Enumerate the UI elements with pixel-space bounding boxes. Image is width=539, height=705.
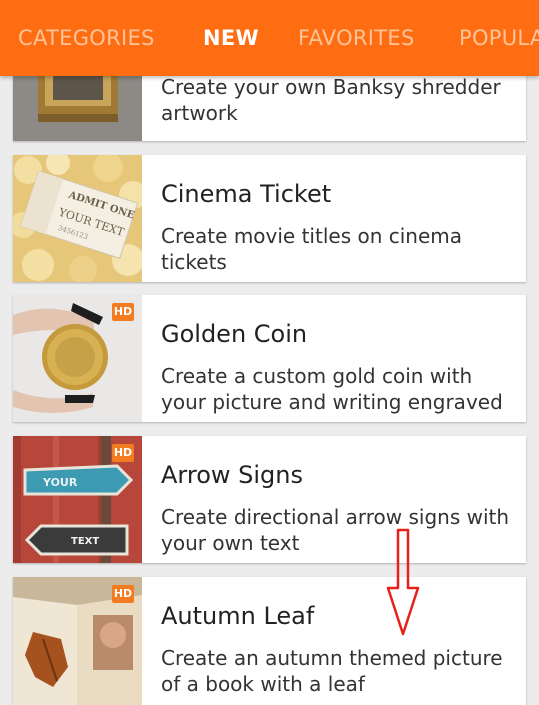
tab-favorites[interactable]: FAVORITES	[298, 26, 415, 50]
item-description: Create an autumn themed picture of a boo…	[161, 646, 503, 696]
golden-coin-thumbnail: HD	[13, 295, 142, 422]
item-description: Create movie titles on cinema tickets	[161, 224, 463, 274]
list-item-arrow-signs[interactable]: YOUR TEXT HD Arrow Signs Create directio…	[13, 436, 526, 563]
item-title: Cinema Ticket	[161, 180, 332, 208]
top-tab-bar: CATEGORIES NEW FAVORITES POPULA	[0, 0, 539, 76]
item-description: Create your own Banksy shredder artwork	[161, 75, 501, 125]
cinema-ticket-thumbnail: ADMIT ONE YOUR TEXT 3456123	[13, 155, 142, 282]
item-title: Golden Coin	[161, 320, 308, 348]
item-description: Create a custom gold coin with your pict…	[161, 364, 503, 414]
tab-new[interactable]: NEW	[203, 26, 259, 50]
item-description: Create directional arrow signs with your…	[161, 505, 510, 555]
item-title: Autumn Leaf	[161, 602, 315, 630]
tab-popular[interactable]: POPULA	[459, 26, 539, 50]
sign-text-text: TEXT	[71, 536, 99, 547]
hd-badge: HD	[112, 303, 134, 321]
item-title: Arrow Signs	[161, 461, 303, 489]
tab-categories[interactable]: CATEGORIES	[18, 26, 155, 50]
sign-your-text: YOUR	[42, 476, 78, 489]
hd-badge: HD	[112, 585, 134, 603]
list-item-autumn-leaf[interactable]: HD Autumn Leaf Create an autumn themed p…	[13, 577, 526, 705]
hd-badge: HD	[112, 444, 134, 462]
arrow-signs-thumbnail: YOUR TEXT HD	[13, 436, 142, 563]
list-item-cinema-ticket[interactable]: ADMIT ONE YOUR TEXT 3456123 Cinema Ticke…	[13, 155, 526, 282]
autumn-leaf-thumbnail: HD	[13, 577, 142, 705]
down-arrow-annotation-icon	[386, 528, 420, 636]
list-item-golden-coin[interactable]: HD Golden Coin Create a custom gold coin…	[13, 295, 526, 422]
